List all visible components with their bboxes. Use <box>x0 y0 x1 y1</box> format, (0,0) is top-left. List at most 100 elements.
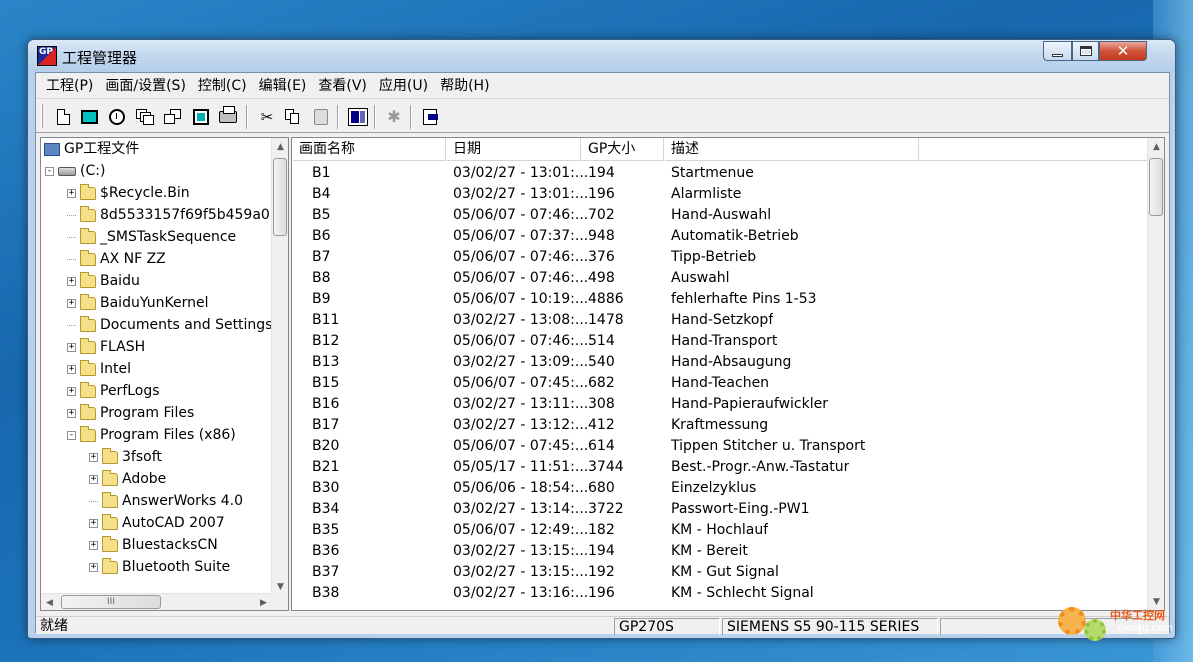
table-row[interactable]: B4 03/02/27 - 13:01:... 196 Alarmliste <box>292 184 1149 205</box>
multi-button[interactable] <box>162 106 184 128</box>
table-row[interactable]: B15 05/06/07 - 07:45:... 682 Hand-Teachen <box>292 373 1149 394</box>
expand-icon[interactable]: + <box>89 452 98 462</box>
copy-button[interactable] <box>282 106 304 128</box>
expand-icon[interactable]: + <box>89 562 98 572</box>
menu-item[interactable]: 编辑(E) <box>253 73 313 99</box>
expand-icon[interactable]: + <box>67 188 76 198</box>
settings-button[interactable]: ✱ <box>383 106 405 128</box>
expand-icon[interactable]: + <box>67 408 76 418</box>
scroll-up-icon[interactable]: ▲ <box>1148 138 1164 155</box>
table-row[interactable]: B30 05/06/06 - 18:54:... 680 Einzelzyklus <box>292 478 1149 499</box>
screen-list[interactable]: 画面名称 日期 GP大小 描述 B1 03/02/27 - 13:01:... 19… <box>291 137 1165 611</box>
tree-item[interactable]: + BaiduYunKernel <box>67 292 209 314</box>
tree-item[interactable]: AnswerWorks 4.0 <box>89 490 243 512</box>
scroll-thumb[interactable] <box>1149 158 1163 216</box>
menu-item[interactable]: 查看(V) <box>312 73 373 99</box>
table-row[interactable]: B8 05/06/07 - 07:46:... 498 Auswahl <box>292 268 1149 289</box>
expand-icon[interactable]: + <box>67 364 76 374</box>
menu-item[interactable]: 应用(U) <box>373 73 434 99</box>
exit-button[interactable] <box>419 106 441 128</box>
table-row[interactable]: B9 05/06/07 - 10:19:... 4886 fehlerhafte Pi… <box>292 289 1149 310</box>
column-header-size[interactable]: GP大小 <box>581 138 664 161</box>
table-row[interactable]: B37 03/02/27 - 13:15:... 192 KM - Gut Signa… <box>292 562 1149 583</box>
column-header-date[interactable]: 日期 <box>446 138 581 161</box>
stack-button[interactable] <box>134 106 156 128</box>
title-bar[interactable]: GP 工程管理器 ✕ <box>28 40 1175 72</box>
cut-button[interactable]: ✂ <box>256 106 278 128</box>
table-row[interactable]: B38 03/02/27 - 13:16:... 196 KM - Schlecht … <box>292 583 1149 604</box>
tree-item[interactable]: + PerfLogs <box>67 380 160 402</box>
maximize-button[interactable] <box>1072 41 1099 61</box>
table-row[interactable]: B21 05/05/17 - 11:51:... 3744 Best.-Progr.-… <box>292 457 1149 478</box>
menu-item[interactable]: 帮助(H) <box>434 73 495 99</box>
app-icon[interactable]: GP <box>37 46 57 66</box>
table-row[interactable]: B36 03/02/27 - 13:15:... 194 KM - Bereit <box>292 541 1149 562</box>
tree-item[interactable]: _SMSTaskSequence <box>67 226 236 248</box>
table-row[interactable]: B20 05/06/07 - 07:45:... 614 Tippen Stitche… <box>292 436 1149 457</box>
panel-button[interactable] <box>347 106 369 128</box>
tree-item[interactable]: +3fsoft <box>89 446 162 468</box>
table-row[interactable]: B13 03/02/27 - 13:09:... 540 Hand-Absaugung <box>292 352 1149 373</box>
collapse-icon[interactable]: - <box>67 430 76 440</box>
scroll-thumb-horizontal[interactable]: III <box>61 595 161 609</box>
tree-horizontal-scrollbar[interactable]: ◀ III ▶ <box>41 593 272 610</box>
table-row[interactable]: B7 05/06/07 - 07:46:... 376 Tipp-Betrieb <box>292 247 1149 268</box>
table-row[interactable]: B17 03/02/27 - 13:12:... 412 Kraftmessung <box>292 415 1149 436</box>
tree-item[interactable]: + BluestacksCN <box>89 534 218 556</box>
table-row[interactable]: B5 05/06/07 - 07:46:... 702 Hand-Auswahl <box>292 205 1149 226</box>
toolbar-grip[interactable] <box>41 104 43 128</box>
tree-item[interactable]: Documents and Settings <box>67 314 272 336</box>
expand-icon[interactable]: + <box>67 342 76 352</box>
tree-vertical-scrollbar[interactable]: ▲ ▼ <box>271 138 288 595</box>
tree-item[interactable]: + Baidu <box>67 270 140 292</box>
tree-item[interactable]: AX NF ZZ <box>67 248 166 270</box>
table-row[interactable]: B6 05/06/07 - 07:37:... 948 Automatik-Betri… <box>292 226 1149 247</box>
tree-item-label: BaiduYunKernel <box>100 295 209 311</box>
expand-icon[interactable]: + <box>67 298 76 308</box>
tree-item[interactable]: + Intel <box>67 358 131 380</box>
expand-icon[interactable]: + <box>89 474 98 484</box>
tree-item[interactable]: + $Recycle.Bin <box>67 182 190 204</box>
menu-item[interactable]: 画面/设置(S) <box>99 73 192 99</box>
new-button[interactable] <box>52 106 74 128</box>
menu-item[interactable]: 工程(P) <box>40 73 99 99</box>
tree-item[interactable]: 8d5533157f69f5b459a0 <box>67 204 270 226</box>
table-row[interactable]: B35 05/06/07 - 12:49:... 182 KM - Hochlauf <box>292 520 1149 541</box>
app-window: GP 工程管理器 ✕ 工程(P) 画面/设置(S) 控制(C) 编辑(E) 查看(V) 应… <box>27 39 1176 639</box>
folder-tree[interactable]: GP工程文件 - (C:) + $Recycle.Bin 8d5533157f69f… <box>40 137 289 611</box>
collapse-icon[interactable]: - <box>45 166 54 176</box>
table-row[interactable]: B34 03/02/27 - 13:14:... 3722 Passwort-Eing… <box>292 499 1149 520</box>
tree-item[interactable]: - Program Files (x86) <box>67 424 236 446</box>
paste-button[interactable] <box>310 106 332 128</box>
tree-item[interactable]: + Bluetooth Suite <box>89 556 230 578</box>
list-vertical-scrollbar[interactable]: ▲ ▼ <box>1147 138 1164 610</box>
tree-item[interactable]: + Program Files <box>67 402 194 424</box>
tree-item[interactable]: + AutoCAD 2007 <box>89 512 225 534</box>
tree-item-label: PerfLogs <box>100 383 160 399</box>
expand-icon[interactable]: + <box>89 540 98 550</box>
table-row[interactable]: B1 03/02/27 - 13:01:... 194 Startmenue <box>292 163 1149 184</box>
menu-item[interactable]: 控制(C) <box>192 73 253 99</box>
close-button[interactable]: ✕ <box>1099 41 1147 61</box>
tree-item[interactable]: + FLASH <box>67 336 145 358</box>
tree-drive[interactable]: - (C:) <box>45 160 105 182</box>
column-header-description[interactable]: 描述 <box>664 138 919 161</box>
tree-item[interactable]: + Adobe <box>89 468 166 490</box>
scroll-up-icon[interactable]: ▲ <box>272 138 288 155</box>
print-button[interactable] <box>217 106 239 128</box>
table-row[interactable]: B12 05/06/07 - 07:46:... 514 Hand-Transport <box>292 331 1149 352</box>
alarm-button[interactable] <box>106 106 128 128</box>
expand-icon[interactable]: + <box>67 276 76 286</box>
tree-root[interactable]: GP工程文件 <box>44 138 139 160</box>
column-header-name[interactable]: 画面名称 <box>292 138 446 161</box>
screen-button[interactable] <box>78 106 100 128</box>
expand-icon[interactable]: + <box>67 386 76 396</box>
minimize-button[interactable] <box>1043 41 1072 61</box>
scroll-left-icon[interactable]: ◀ <box>41 594 58 610</box>
scroll-thumb[interactable] <box>273 158 287 236</box>
table-row[interactable]: B16 03/02/27 - 13:11:... 308 Hand-Papierauf… <box>292 394 1149 415</box>
scroll-right-icon[interactable]: ▶ <box>255 594 272 610</box>
expand-icon[interactable]: + <box>89 518 98 528</box>
window-button[interactable] <box>190 106 212 128</box>
table-row[interactable]: B11 03/02/27 - 13:08:... 1478 Hand-Setzkopf <box>292 310 1149 331</box>
